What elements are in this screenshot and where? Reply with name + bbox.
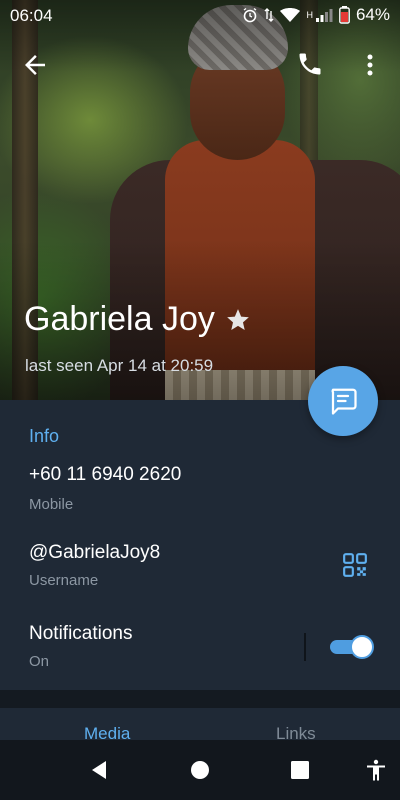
more-options-button[interactable] (358, 50, 382, 80)
info-panel: Info +60 11 6940 2620 Mobile @GabrielaJo… (0, 400, 400, 690)
profile-name-row: Gabriela Joy (24, 300, 251, 339)
status-bar: 06:04 H 64% (0, 0, 400, 32)
circle-home-icon (191, 761, 209, 779)
section-separator (0, 690, 400, 708)
nav-back-button[interactable] (88, 758, 112, 782)
chat-icon (331, 388, 357, 415)
username[interactable]: @GabrielaJoy8 (29, 542, 160, 564)
phone-label: Mobile (29, 496, 74, 513)
back-button[interactable] (20, 50, 50, 80)
call-button[interactable] (296, 50, 326, 80)
network-type-label: H (306, 10, 313, 20)
phone-number[interactable]: +60 11 6940 2620 (29, 464, 181, 486)
username-label: Username (29, 572, 99, 589)
wifi-icon (280, 7, 301, 23)
qr-code-icon (343, 553, 367, 577)
info-section-title: Info (29, 426, 60, 446)
system-navigation-bar (0, 740, 400, 800)
data-arrows-icon (264, 7, 274, 23)
notifications-toggle[interactable] (330, 634, 374, 659)
triangle-back-icon (92, 761, 106, 779)
profile-photo[interactable] (0, 0, 400, 400)
accessibility-icon (367, 759, 385, 781)
battery-icon (339, 6, 350, 24)
nav-recents-button[interactable] (288, 758, 312, 782)
battery-percent: 64% (355, 5, 390, 24)
notifications-divider (304, 633, 306, 661)
alarm-icon (242, 7, 258, 23)
more-vertical-icon (367, 54, 373, 76)
accessibility-button[interactable] (364, 758, 388, 782)
notifications-title: Notifications (29, 623, 133, 644)
arrow-left-icon (25, 55, 45, 75)
phone-icon (299, 53, 321, 75)
qr-code-button[interactable] (342, 552, 368, 578)
last-seen-status: last seen Apr 14 at 20:59 (25, 356, 214, 375)
notifications-state: On (29, 653, 50, 670)
signal-icon (315, 7, 333, 23)
nav-home-button[interactable] (188, 758, 212, 782)
star-icon (227, 308, 249, 330)
status-time: 06:04 (10, 6, 53, 25)
square-recents-icon (291, 761, 309, 779)
message-button[interactable] (308, 366, 378, 436)
profile-name: Gabriela Joy (24, 300, 215, 338)
